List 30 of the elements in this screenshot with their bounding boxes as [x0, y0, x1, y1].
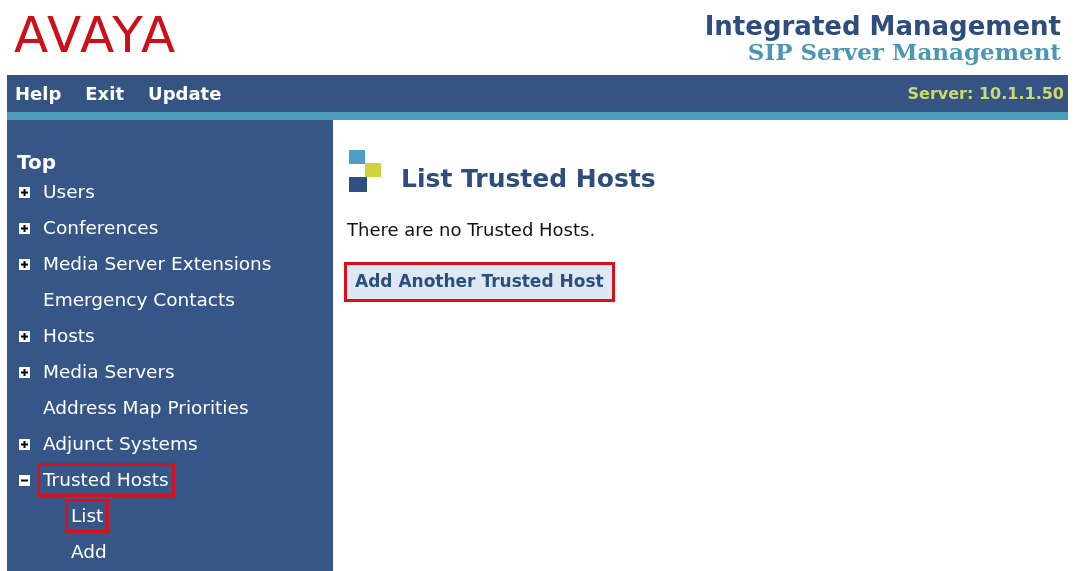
sidebar-heading[interactable]: Top — [7, 150, 333, 174]
sidebar-link[interactable]: List — [67, 501, 108, 531]
app-subtitle: SIP Server Management — [747, 40, 1061, 64]
sidebar-link[interactable]: Media Servers — [39, 357, 179, 387]
sidebar-link[interactable]: Trusted Hosts — [39, 465, 173, 495]
plus-icon[interactable] — [19, 222, 30, 234]
plus-icon[interactable] — [19, 438, 30, 450]
add-trusted-host-link[interactable]: Add Another Trusted Host — [347, 265, 612, 299]
sidebar-link[interactable]: Conferences — [39, 213, 163, 243]
plus-icon[interactable] — [19, 366, 30, 378]
page-icon — [347, 150, 383, 194]
plus-icon[interactable] — [19, 258, 30, 270]
minus-icon[interactable] — [19, 474, 30, 486]
sidebar-link[interactable]: Adjunct Systems — [39, 429, 202, 459]
nav-link[interactable]: Exit — [85, 80, 124, 107]
nav-link[interactable]: Help — [15, 80, 62, 107]
sidebar-link[interactable]: Address Map Priorities — [39, 393, 253, 423]
logo: AVAYA — [14, 10, 178, 60]
plus-icon[interactable] — [19, 186, 30, 198]
plus-icon[interactable] — [19, 330, 30, 342]
sidebar-link[interactable]: Users — [39, 177, 99, 207]
sidebar-link[interactable]: Emergency Contacts — [39, 285, 239, 315]
sidebar-link[interactable]: Add — [67, 537, 111, 567]
sidebar-link[interactable]: Hosts — [39, 321, 99, 351]
sidebar-link[interactable]: Media Server Extensions — [39, 249, 276, 279]
app-title: Integrated Management — [704, 12, 1061, 40]
page-heading: List Trusted Hosts — [401, 164, 656, 194]
server-label: Server: 10.1.1.50 — [907, 82, 1064, 105]
nav-link[interactable]: Update — [148, 80, 222, 107]
empty-message: There are no Trusted Hosts. — [347, 218, 597, 242]
